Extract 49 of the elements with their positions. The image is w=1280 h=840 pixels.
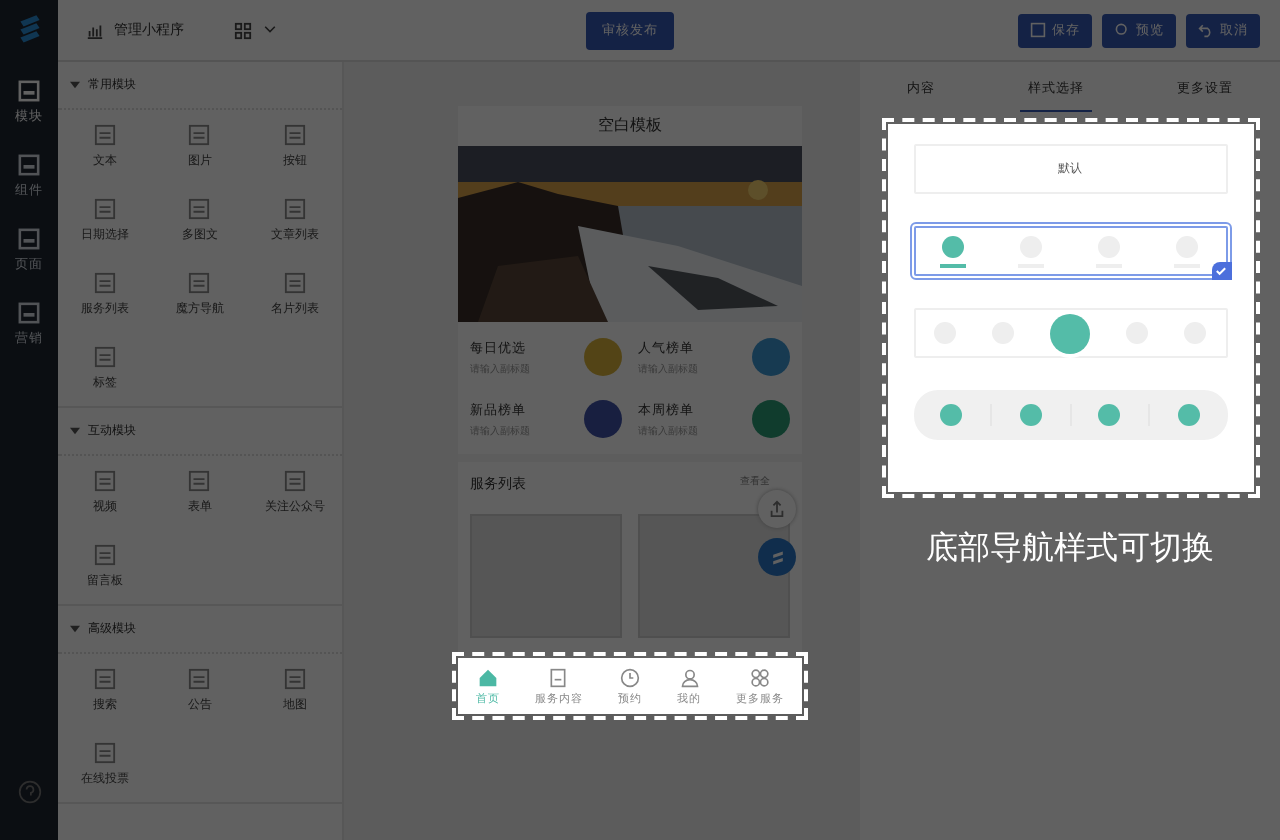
module-icon [188, 198, 211, 220]
nav-style-option[interactable] [913, 226, 1227, 276]
panel-icon [18, 228, 40, 250]
grid-icon [750, 667, 771, 687]
caret-icon[interactable] [70, 426, 80, 436]
badge-icon [752, 338, 790, 376]
module-icon [94, 544, 117, 566]
module-icon [94, 742, 117, 764]
module-icon [94, 272, 117, 294]
undo-icon [1198, 22, 1214, 38]
module-icon [94, 668, 117, 690]
document-icon [548, 667, 569, 687]
badge-icon [584, 338, 622, 376]
home-icon [477, 667, 498, 687]
module-icon [283, 470, 306, 492]
page-title: 空白模板 [596, 114, 664, 138]
caret-icon[interactable] [70, 624, 80, 634]
module-icon [283, 124, 306, 146]
panel-icon [18, 154, 40, 176]
share-icon [768, 500, 786, 518]
module-icon [188, 124, 211, 146]
module-icon [94, 470, 117, 492]
share-button[interactable] [758, 490, 796, 528]
caption: 底部导航样式可切换 [926, 528, 1214, 570]
module-icon [188, 272, 211, 294]
panel-icon [18, 302, 40, 324]
clock-icon [619, 667, 640, 687]
panel-icon [18, 80, 40, 102]
module-icon [94, 124, 117, 146]
chevron-down-icon[interactable] [262, 22, 278, 38]
help-icon[interactable] [17, 780, 41, 804]
nav-style-option[interactable] [913, 390, 1227, 440]
badge-icon [584, 400, 622, 438]
module-icon [283, 272, 306, 294]
person-icon [679, 667, 700, 687]
module-icon [283, 668, 306, 690]
module-icon [94, 198, 117, 220]
module-icon [283, 198, 306, 220]
save-icon [1030, 22, 1046, 38]
module-icon [188, 470, 211, 492]
logo-icon [769, 549, 785, 565]
check-icon [1211, 262, 1231, 280]
caret-icon[interactable] [70, 80, 80, 90]
badge-icon [752, 400, 790, 438]
module-icon [94, 346, 117, 368]
module-icon [188, 668, 211, 690]
search-icon [1114, 22, 1130, 38]
grid-icon[interactable] [234, 21, 252, 39]
chart-icon [86, 21, 104, 39]
